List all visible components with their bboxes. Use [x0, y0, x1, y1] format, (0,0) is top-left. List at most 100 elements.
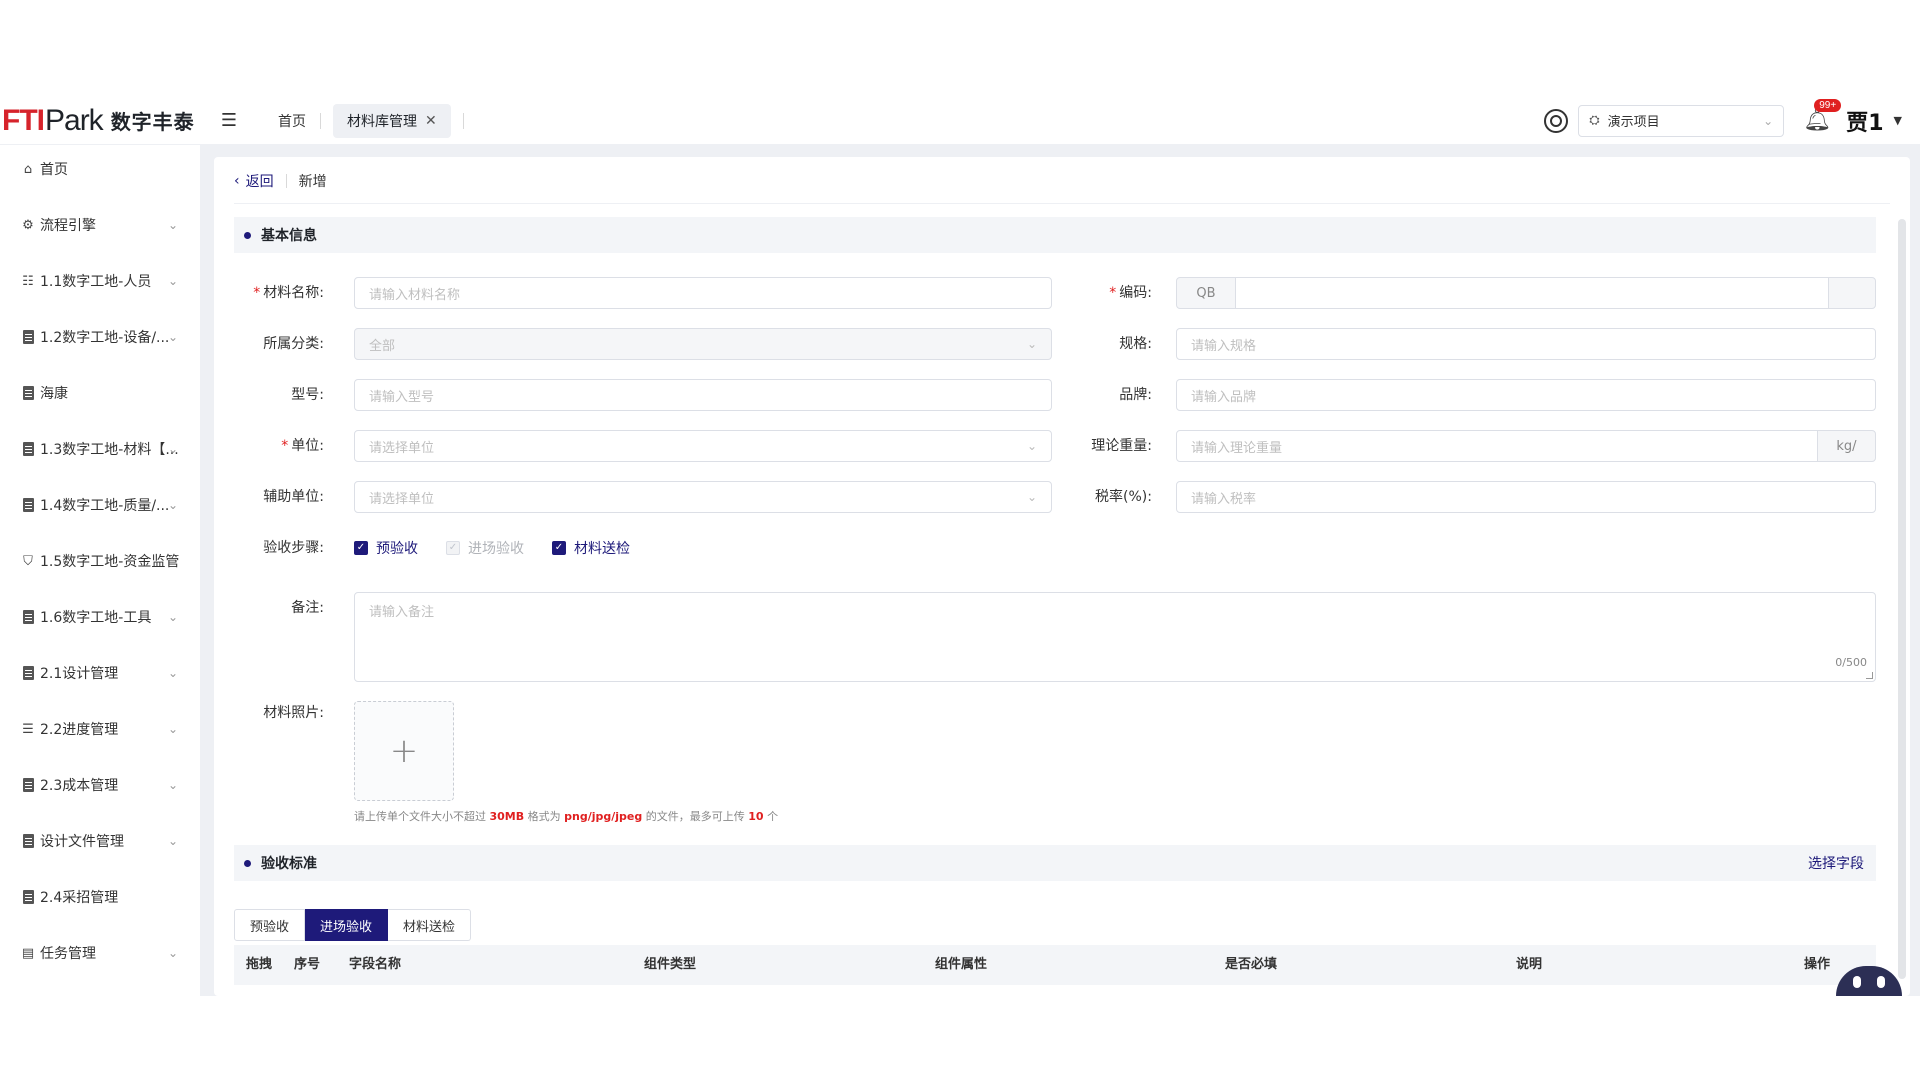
sidebar-item-procurement[interactable]: 2.4采招管理 [0, 877, 200, 917]
sidebar-item-home[interactable]: ⌂ 首页 [0, 149, 200, 189]
back-link[interactable]: ‹ 返回 [234, 171, 274, 191]
weight-input[interactable]: 请输入理论重量 [1176, 430, 1818, 462]
chevron-down-icon: ⌄ [167, 666, 178, 680]
breadcrumb: ‹ 返回 新增 [234, 169, 327, 193]
code-input[interactable] [1235, 277, 1829, 309]
sidebar-item-funds[interactable]: ⛉ 1.5数字工地-资金监管 [0, 541, 200, 581]
table-header: 拖拽 序号 字段名称 组件类型 组件属性 是否必填 说明 操作 [234, 945, 1876, 985]
brand-label: 品牌: [1119, 387, 1152, 403]
sidebar-item-label: 流程引擎 [40, 218, 96, 234]
sidebar-item-people[interactable]: ☷ 1.1数字工地-人员 ⌄ [0, 261, 200, 301]
sidebar-item-tools[interactable]: 1.6数字工地-工具 ⌄ [0, 597, 200, 637]
sidebar-item-label: 1.1数字工地-人员 [40, 274, 152, 290]
section-acceptance-standard: 验收标准 选择字段 [234, 845, 1876, 881]
col-field-name: 字段名称 [349, 957, 402, 972]
sidebar-item-hikvision[interactable]: 海康 [0, 373, 200, 413]
model-input[interactable]: 请输入型号 [354, 379, 1052, 411]
document-icon [20, 497, 36, 513]
user-name: 贾1 [1846, 110, 1884, 136]
tab-separator [462, 112, 464, 129]
aux-unit-select[interactable]: 请选择单位 ⌄ [354, 481, 1052, 513]
sidebar-item-quality[interactable]: 1.4数字工地-质量/... ⌄ [0, 485, 200, 525]
checkbox-pre-acceptance[interactable]: ✓ 预验收 [354, 538, 418, 558]
sidebar-item-design-files[interactable]: 设计文件管理 ⌄ [0, 821, 200, 861]
sidebar-item-schedule[interactable]: ☰ 2.2进度管理 ⌄ [0, 709, 200, 749]
caret-down-icon: ▼ [1893, 114, 1902, 127]
shield-icon: ⛉ [23, 553, 33, 569]
code-prefix: QB [1176, 277, 1236, 309]
tab-entry-acceptance[interactable]: 进场验收 [305, 909, 389, 941]
sidebar-item-label: 设计文件管理 [40, 834, 124, 850]
bell-icon[interactable]: 🔔︎ 99+ [1802, 98, 1842, 136]
photo-label: 材料照片: [263, 705, 324, 721]
tab-home[interactable]: 首页 [264, 111, 320, 131]
chevron-down-icon: ⌄ [167, 218, 178, 232]
sidebar-item-label: 1.4数字工地-质量/... [40, 498, 170, 514]
material-name-input[interactable]: 请输入材料名称 [354, 277, 1052, 309]
weight-unit-suffix: kg/ [1817, 430, 1876, 462]
code-label: * 编码: [1109, 285, 1152, 301]
tab-material-library[interactable]: 材料库管理 ✕ [333, 103, 451, 138]
user-menu[interactable]: 贾1 ▼ [1846, 105, 1902, 137]
col-actions: 操作 [1804, 957, 1831, 972]
checkbox-entry-acceptance: ✓ 进场验收 [446, 538, 524, 558]
acceptance-steps: ✓ 预验收 ✓ 进场验收 ✓ 材料送检 [354, 532, 658, 564]
sidebar-item-material[interactable]: 1.3数字工地-材料【... ⌄ [0, 429, 200, 469]
section-basic-info: 基本信息 [234, 217, 1876, 253]
tab-label: 材料库管理 [347, 113, 417, 130]
code-refresh-button[interactable] [1828, 277, 1876, 309]
sidebar-item-label: 首页 [40, 162, 68, 178]
document-icon [20, 833, 36, 849]
col-required: 是否必填 [1225, 957, 1278, 972]
close-icon[interactable]: ✕ [425, 113, 437, 129]
logo-park: Park [45, 103, 104, 137]
spec-input[interactable]: 请输入规格 [1176, 328, 1876, 360]
sidebar-item-label: 1.2数字工地-设备/... [40, 330, 170, 346]
section-dot [244, 859, 251, 867]
sidebar-item-label: 1.6数字工地-工具 [40, 610, 152, 626]
chevron-down-icon: ⌄ [167, 330, 178, 344]
char-count: 0/500 [1835, 656, 1867, 669]
remark-textarea[interactable]: 请输入备注 0/500 [354, 592, 1876, 682]
sidebar-item-tasks[interactable]: ▤ 任务管理 ⌄ [0, 933, 200, 973]
tab-pre-acceptance[interactable]: 预验收 [234, 909, 306, 941]
upload-button[interactable]: + [354, 701, 454, 801]
upload-tip: 请上传单个文件大小不超过 30MB 格式为 png/jpg/jpeg 的文件，最… [354, 810, 779, 823]
select-fields-link[interactable]: 选择字段 [1808, 853, 1864, 873]
breadcrumb-separator [285, 174, 287, 188]
tax-label: 税率(%): [1095, 489, 1152, 505]
col-component-type: 组件类型 [644, 957, 697, 972]
section-title: 验收标准 [261, 856, 317, 872]
sidebar-item-equipment[interactable]: 1.2数字工地-设备/... ⌄ [0, 317, 200, 357]
section-title: 基本信息 [261, 228, 317, 244]
chevron-down-icon: ⌄ [1026, 490, 1037, 504]
tax-input[interactable]: 请输入税率 [1176, 481, 1876, 513]
top-header: FTI Park 数字丰泰 ☰ 首页 材料库管理 ✕ ⛭ 演示项目 ⌄ 🔔︎ 9… [0, 97, 1920, 145]
unit-select[interactable]: 请选择单位 ⌄ [354, 430, 1052, 462]
sidebar-item-label: 1.5数字工地-资金监管 [40, 554, 180, 570]
sidebar-item-design[interactable]: 2.1设计管理 ⌄ [0, 653, 200, 693]
chevron-down-icon: ⌄ [1763, 113, 1774, 128]
vertical-scrollbar[interactable] [1898, 219, 1906, 979]
sidebar-item-label: 2.2进度管理 [40, 722, 119, 738]
project-select[interactable]: ⛭ 演示项目 ⌄ [1578, 104, 1785, 137]
sidebar-item-label: 2.4采招管理 [40, 890, 119, 906]
col-description: 说明 [1516, 957, 1543, 972]
header-right: ⛭ 演示项目 ⌄ 🔔︎ 99+ 贾1 ▼ [1544, 97, 1920, 145]
help-icon[interactable] [1544, 108, 1569, 133]
sidebar-item-label: 海康 [40, 386, 68, 402]
sidebar-item-workflow[interactable]: ⚙ 流程引擎 ⌄ [0, 205, 200, 245]
chevron-down-icon: ⌄ [1026, 337, 1037, 351]
menu-collapse-icon[interactable]: ☰ [216, 108, 242, 134]
category-select[interactable]: 全部 ⌄ [354, 328, 1052, 360]
tab-material-inspection[interactable]: 材料送检 [388, 909, 472, 941]
document-icon [20, 777, 36, 793]
brand-input[interactable]: 请输入品牌 [1176, 379, 1876, 411]
unit-label: * 单位: [281, 438, 324, 454]
checkbox-material-inspection[interactable]: ✓ 材料送检 [552, 538, 630, 558]
brand-logo: FTI Park 数字丰泰 [0, 97, 200, 145]
back-label: 返回 [245, 174, 274, 190]
tab-separator [320, 112, 321, 129]
sidebar-item-cost[interactable]: 2.3成本管理 ⌄ [0, 765, 200, 805]
sidebar-item-label: 1.3数字工地-材料【... [40, 442, 179, 458]
